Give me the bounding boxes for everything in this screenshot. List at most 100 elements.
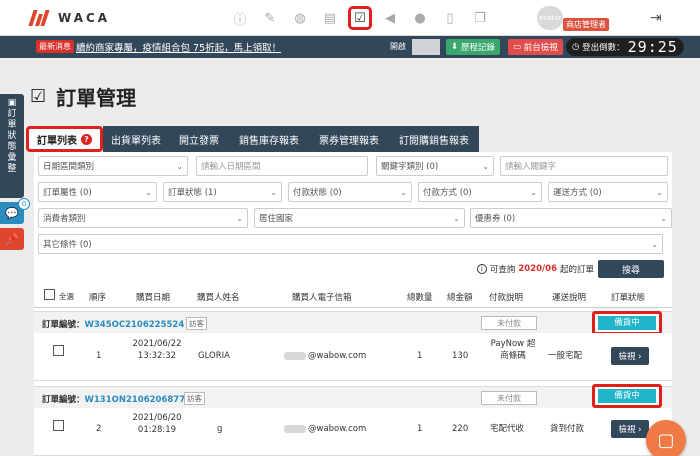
- logout-countdown: ◷ 登出倒數： 29:25: [566, 38, 684, 56]
- order-status-summary-label: 訂單狀態彙整: [7, 109, 17, 174]
- keyword-type-select[interactable]: 關鍵字類別 (0) ⌄: [376, 156, 494, 176]
- header-icon-row: ⓘ ✎ ◍ ▤ ☑ ◀ ● ▯ ❐: [228, 6, 498, 30]
- ship-method-select[interactable]: 運送方式 (0) ⌄: [548, 182, 668, 202]
- order-status-summary-tab[interactable]: ▣ 訂單狀態彙整: [0, 94, 24, 198]
- logout-timer: 29:25: [627, 38, 678, 56]
- tab-ticket-report[interactable]: 票券管理報表: [309, 126, 389, 152]
- row-checkbox[interactable]: [53, 420, 64, 435]
- tab-subscription-report[interactable]: 訂閱購銷售報表: [389, 126, 479, 152]
- row-name: g: [217, 424, 223, 434]
- other-conditions-value: 其它條件 (0): [43, 240, 92, 250]
- user-icon[interactable]: ●: [408, 6, 432, 30]
- pay-state-badge: 未付款: [481, 316, 537, 330]
- row-payment: 宅配代收: [490, 424, 525, 434]
- clipboard-check-icon: ☑: [30, 86, 47, 107]
- date-range-placeholder: 請輸入日期區間: [201, 162, 261, 172]
- visitor-badge: 訪客: [186, 317, 207, 330]
- open-toggle[interactable]: [412, 39, 440, 55]
- left-rail: ▣ 訂單狀態彙整 💬 0 📌: [0, 94, 30, 250]
- tab-bar: 訂單列表? 出貨單列表 開立發票 銷售庫存報表 票券管理報表 訂閱購銷售報表: [26, 126, 479, 152]
- chat-bubble-icon[interactable]: ▢: [646, 420, 686, 456]
- pin-icon: 📌: [5, 232, 19, 246]
- consumer-type-select[interactable]: 消費者類別 ⌄: [38, 208, 248, 228]
- order-group-header: 訂單編號：W345OC2106225524 訪客 未付款 備貨中: [34, 311, 672, 335]
- row-amount: 220: [452, 424, 469, 434]
- order-attr-value: 訂單屬性 (0): [43, 188, 92, 198]
- status-badge[interactable]: 備貨中: [592, 311, 662, 335]
- country-select[interactable]: 居住國家 ⌄: [254, 208, 465, 228]
- speaker-icon[interactable]: ◀: [378, 6, 402, 30]
- page-title-text: 訂單管理: [56, 86, 137, 110]
- select-all-checkbox[interactable]: [44, 289, 55, 303]
- table-header: 全選 順序 購買日期 購買人姓名 購買人電子信箱 總數量 總金額 付款說明 運送…: [34, 284, 672, 308]
- order-number-link[interactable]: W131ON2106206877: [85, 395, 186, 405]
- coupon-select[interactable]: 優惠券 (0) ⌄: [470, 208, 672, 228]
- row-time-value: 01:28:19: [137, 425, 177, 435]
- col-date: 購買日期: [136, 293, 171, 303]
- status-badge[interactable]: 備貨中: [592, 384, 662, 408]
- select-all-label: 全選: [59, 292, 74, 301]
- consumer-type-value: 消費者類別: [43, 214, 86, 224]
- pay-status-select[interactable]: 付款狀態 (0) ⌄: [288, 182, 412, 202]
- row-checkbox[interactable]: [53, 345, 64, 360]
- date-type-value: 日期區間類別: [43, 162, 95, 172]
- order-status-select[interactable]: 訂單狀態 (1) ⌄: [163, 182, 282, 202]
- waca-logo[interactable]: WACA: [28, 8, 111, 28]
- row-email: @wabow.com: [284, 423, 366, 435]
- search-button[interactable]: 搜尋: [598, 260, 664, 278]
- avatar[interactable]: avatar: [537, 6, 563, 30]
- order-number: 訂單編號：W345OC2106225524: [42, 318, 184, 330]
- waca-logo-mark: [28, 8, 50, 28]
- col-status: 訂單狀態: [611, 293, 646, 303]
- row-payment-line2: 商條碼: [500, 351, 526, 361]
- copy-icon[interactable]: ❐: [468, 6, 492, 30]
- row-seq: 2: [96, 424, 102, 434]
- keyword-input[interactable]: 請輸入關鍵字: [500, 156, 668, 176]
- chat-tab[interactable]: 💬 0: [0, 198, 30, 224]
- status-badge-text: 備貨中: [598, 316, 656, 330]
- info-icon[interactable]: ⓘ: [228, 6, 252, 30]
- order-attr-select[interactable]: 訂單屬性 (0) ⌄: [38, 182, 157, 202]
- ship-method-value: 運送方式 (0): [553, 188, 602, 198]
- col-email: 購買人電子信箱: [292, 293, 352, 303]
- view-button[interactable]: 檢視 ›: [611, 420, 649, 438]
- tab-inventory-report[interactable]: 銷售庫存報表: [229, 126, 309, 152]
- chat-count-badge: 0: [18, 198, 30, 210]
- pay-method-value: 付款方式 (0): [423, 188, 472, 198]
- help-icon[interactable]: ?: [81, 133, 92, 145]
- tab-invoice[interactable]: 開立發票: [169, 126, 229, 152]
- document-icon[interactable]: ▯: [438, 6, 462, 30]
- date-type-select[interactable]: 日期區間類別 ⌄: [38, 156, 188, 176]
- tab-shipment-list[interactable]: 出貨單列表: [103, 126, 169, 152]
- chevron-down-icon: ⌄: [660, 213, 667, 223]
- query-suffix: 起的訂單: [559, 265, 594, 275]
- news-link[interactable]: 續約商家專屬，疫情組合包 75折起，馬上領取！: [76, 40, 281, 54]
- date-range-input[interactable]: 請輸入日期區間: [196, 156, 368, 176]
- view-button[interactable]: 檢視 ›: [611, 347, 649, 365]
- notice-bar: 最新消息 續約商家專屬，疫情組合包 75折起，馬上領取！ 開啟 ⬇ 歷程記錄 ▭…: [0, 36, 700, 58]
- pin-tab[interactable]: 📌: [0, 228, 24, 250]
- preview-button[interactable]: ▭ 前台檢視: [508, 39, 563, 55]
- row-payment-line1: PayNow 超: [490, 339, 536, 349]
- row-shipping: 貨到付款: [550, 424, 585, 434]
- logout-icon[interactable]: ⇥: [650, 10, 662, 26]
- open-label: 開啟: [390, 42, 406, 51]
- pay-method-select[interactable]: 付款方式 (0) ⌄: [418, 182, 542, 202]
- info-icon: i: [476, 264, 487, 274]
- other-conditions-select[interactable]: 其它條件 (0) ⌄: [38, 234, 663, 254]
- tab-order-list[interactable]: 訂單列表?: [26, 126, 103, 152]
- page-title: ☑ 訂單管理: [30, 82, 136, 111]
- monitor-icon: ▭: [513, 42, 524, 52]
- edit-icon[interactable]: ✎: [258, 6, 282, 30]
- history-button[interactable]: ⬇ 歷程記錄: [446, 39, 500, 55]
- chevron-down-icon: ⌄: [400, 187, 407, 197]
- store-icon[interactable]: ▤: [318, 6, 342, 30]
- brand-name: WACA: [58, 11, 111, 25]
- row-date-value: 2021/06/20: [132, 413, 182, 423]
- order-checklist-icon[interactable]: ☑: [348, 6, 372, 30]
- chat-icon: 💬: [5, 206, 19, 220]
- order-number-link[interactable]: W345OC2106225524: [85, 320, 185, 330]
- coupon-value: 優惠券 (0): [475, 214, 516, 224]
- row-name: GLORIA: [198, 351, 230, 361]
- palette-icon[interactable]: ◍: [288, 6, 312, 30]
